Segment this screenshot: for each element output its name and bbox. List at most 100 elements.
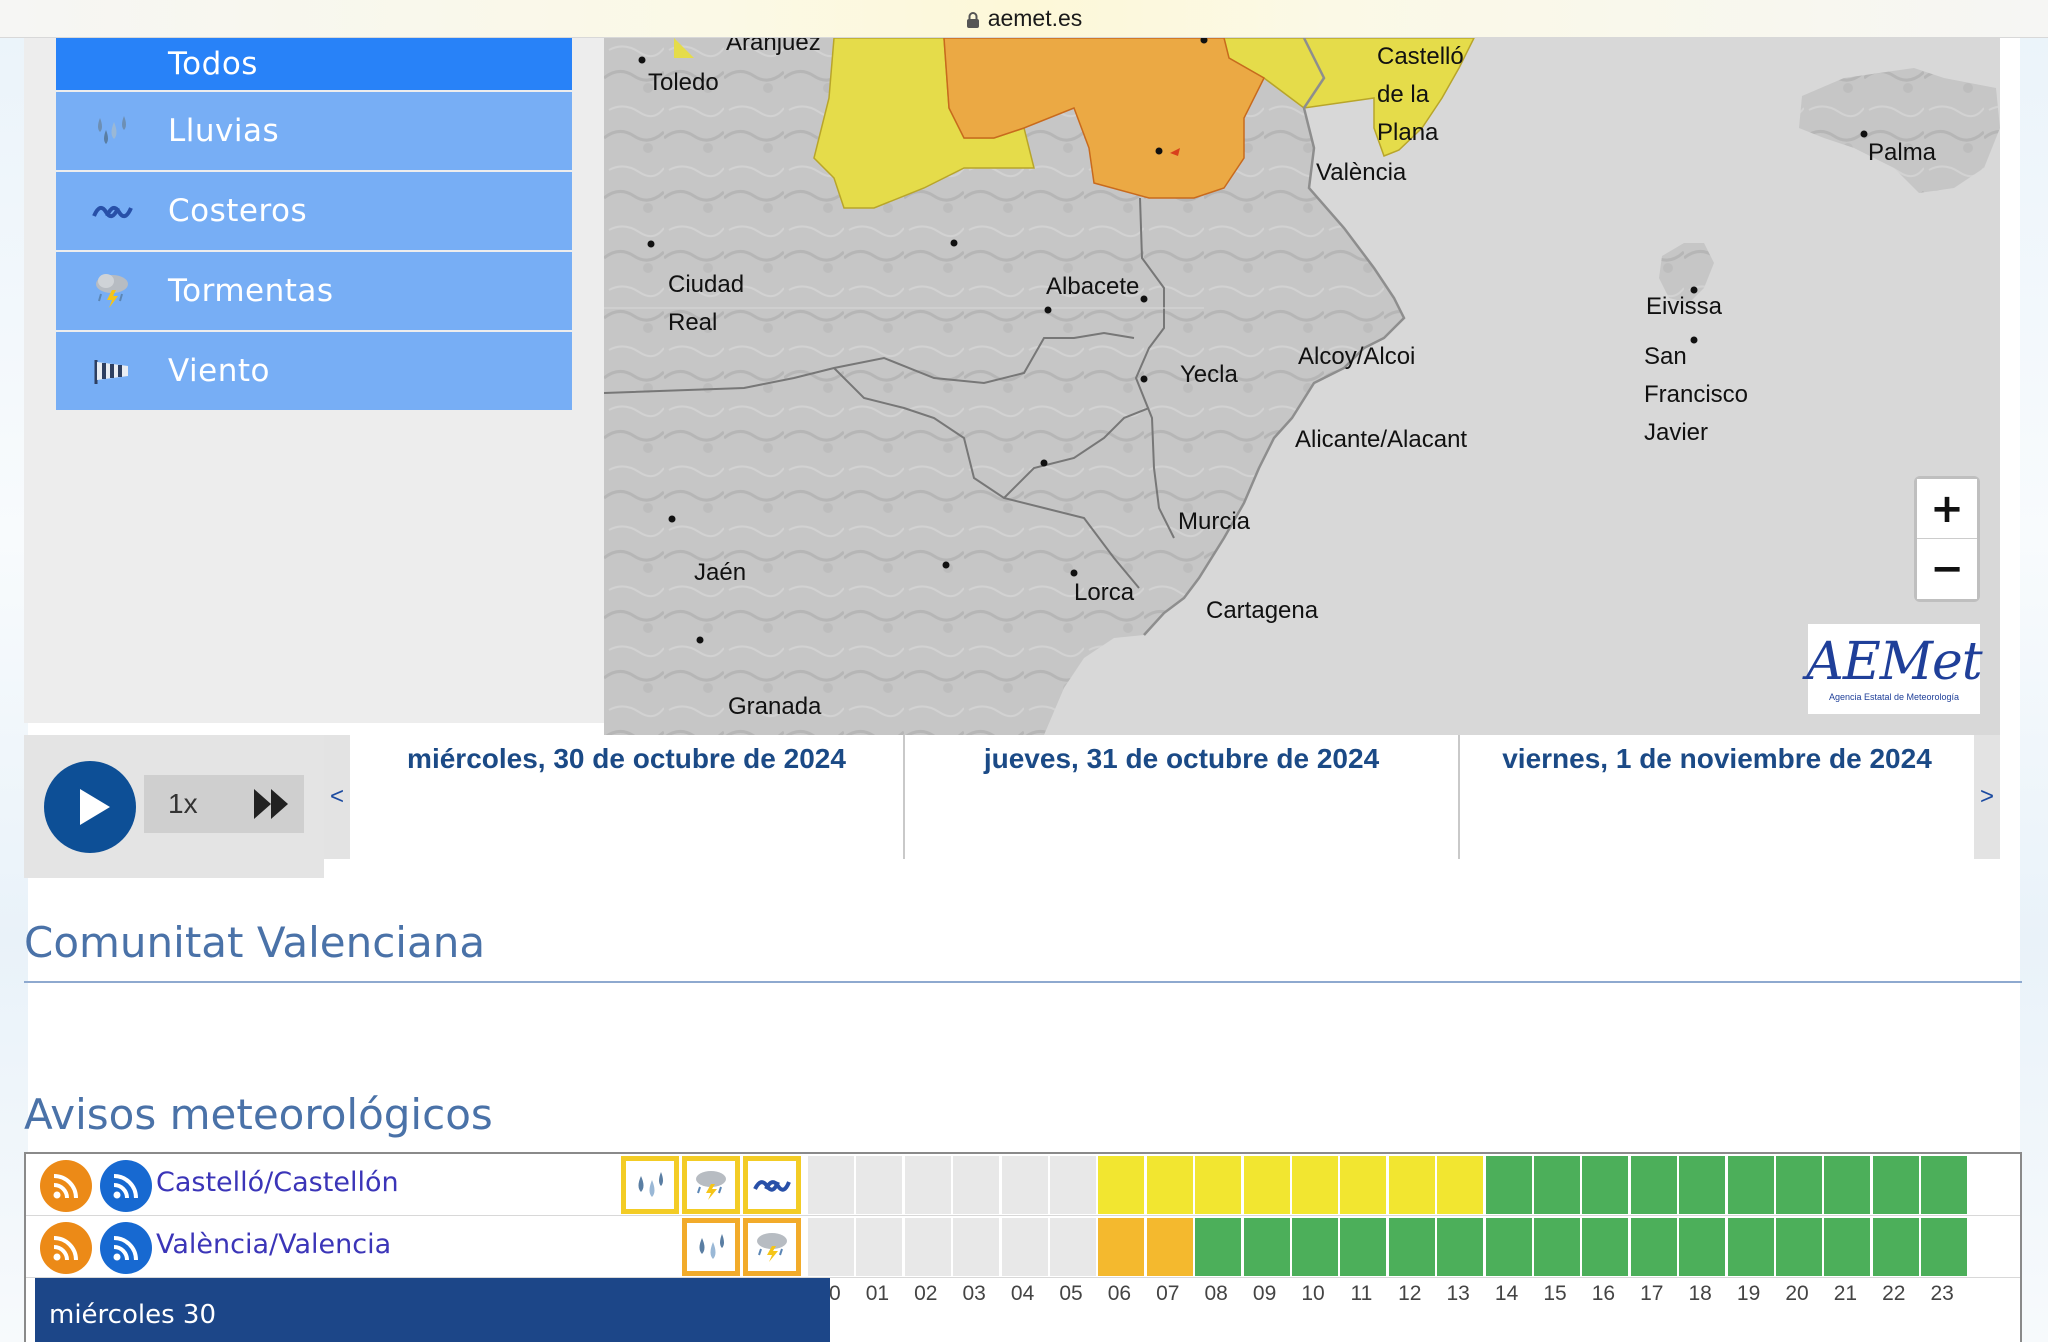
rss-feed-icon[interactable] [40, 1222, 92, 1274]
hour-label: 05 [1059, 1282, 1083, 1305]
city-label-san-francisco-3: Javier [1644, 419, 1709, 446]
storm-icon [56, 272, 168, 310]
hour-cell-02 [904, 1218, 951, 1276]
aemet-logo: AEMet Agencia Estatal de Meteorología [1806, 624, 1983, 714]
hour-label: 19 [1736, 1282, 1761, 1305]
menu-item-viento[interactable]: Viento [56, 332, 572, 410]
next-date-button[interactable]: > [1974, 735, 2000, 859]
hour-cell-01 [856, 1156, 903, 1214]
hour-cell-18 [1679, 1218, 1726, 1276]
browser-address-bar[interactable]: aemet.es [0, 0, 2048, 38]
menu-item-tormentas[interactable]: Tormentas [56, 252, 572, 330]
date-tab-1[interactable]: miércoles, 30 de octubre de 2024 [350, 735, 905, 859]
hour-cell-22 [1872, 1218, 1919, 1276]
wind-icon [56, 358, 168, 384]
hour-cell-17 [1630, 1218, 1677, 1276]
fast-forward-icon[interactable] [254, 789, 288, 819]
hour-label: 23 [1930, 1282, 1954, 1305]
rss-feed-icon[interactable] [40, 1160, 92, 1212]
cap-feed-icon[interactable] [100, 1160, 152, 1212]
menu-item-todos[interactable]: Todos [56, 38, 572, 90]
province-link[interactable]: València/Valencia [156, 1229, 391, 1260]
lock-icon [966, 11, 980, 28]
hour-cell-00 [808, 1156, 854, 1214]
menu-item-costeros[interactable]: Costeros [56, 172, 572, 250]
city-label-eivissa: Eivissa [1646, 293, 1723, 320]
city-label-valencia: València [1316, 159, 1407, 186]
hour-cell-08 [1195, 1156, 1242, 1214]
hour-cell-07 [1146, 1218, 1193, 1276]
hour-cell-21 [1824, 1156, 1871, 1214]
cap-feed-icon[interactable] [100, 1222, 152, 1274]
rain-icon [56, 114, 168, 148]
city-label-castello-3: Plana [1377, 119, 1439, 146]
zoom-out-button[interactable]: − [1917, 539, 1977, 599]
menu-item-label: Viento [168, 353, 270, 389]
city-label-ciudad-real-2: Real [668, 309, 718, 336]
menu-item-label: Lluvias [168, 113, 280, 149]
city-label-jaen: Jaén [694, 559, 747, 586]
date-selector: < miércoles, 30 de octubre de 2024 jueve… [324, 735, 2000, 859]
hour-cell-09 [1243, 1156, 1290, 1214]
hour-cell-05 [1050, 1156, 1096, 1214]
hour-label: 18 [1688, 1282, 1712, 1305]
play-button[interactable] [44, 761, 136, 853]
url-text: aemet.es [987, 5, 1083, 31]
hour-label: 10 [1301, 1282, 1325, 1305]
hour-label: 17 [1640, 1282, 1664, 1305]
city-label-alicante: Alicante/Alacant [1295, 426, 1468, 453]
prev-date-button[interactable]: < [324, 735, 350, 859]
hour-cell-10 [1292, 1156, 1338, 1214]
hour-label: 11 [1350, 1282, 1373, 1305]
hour-cell-01 [856, 1218, 903, 1276]
menu-item-lluvias[interactable]: Lluvias [56, 92, 572, 170]
hour-cell-20 [1776, 1218, 1822, 1276]
city-label-toledo: Toledo [648, 69, 719, 96]
menu-item-label: Costeros [168, 193, 308, 229]
city-label-san-francisco-1: San [1644, 343, 1687, 370]
hour-cell-22 [1872, 1156, 1919, 1214]
speed-control[interactable]: 1x [144, 775, 304, 833]
hour-cell-03 [953, 1218, 1000, 1276]
date-tab-2[interactable]: jueves, 31 de octubre de 2024 [905, 735, 1460, 859]
hour-cell-11 [1340, 1218, 1387, 1276]
hour-cell-23 [1921, 1156, 1968, 1214]
hour-cell-12 [1388, 1156, 1435, 1214]
hour-cell-16 [1582, 1218, 1629, 1276]
hour-cell-21 [1824, 1218, 1871, 1276]
city-label-yecla: Yecla [1180, 361, 1238, 388]
table-row: València/Valencia [26, 1216, 2020, 1278]
rain-warning-icon [682, 1218, 740, 1276]
hour-cell-08 [1195, 1218, 1242, 1276]
province-link[interactable]: Castelló/Castellón [156, 1167, 399, 1198]
hour-cell-17 [1630, 1156, 1677, 1214]
hour-label: 21 [1833, 1282, 1858, 1305]
hour-label: 12 [1398, 1282, 1422, 1305]
hour-cell-13 [1437, 1218, 1484, 1276]
city-label-lorca: Lorca [1074, 579, 1135, 606]
city-label-castello-2: de la [1377, 81, 1430, 108]
hour-label: 01 [865, 1282, 890, 1305]
logo-wordmark: AEMet [1806, 632, 1982, 692]
hour-cell-00 [808, 1218, 854, 1276]
menu-item-label: Tormentas [168, 273, 334, 309]
date-tab-3[interactable]: viernes, 1 de noviembre de 2024 [1460, 735, 1974, 859]
city-label-san-francisco-2: Francisco [1644, 381, 1749, 408]
warnings-map[interactable]: Aranjuez Toledo Castelló de la Plana Val… [604, 38, 2000, 735]
zoom-in-button[interactable]: + [1917, 479, 1977, 539]
animation-player: 1x [24, 735, 324, 878]
city-label-palma: Palma [1868, 139, 1937, 166]
hour-cell-13 [1437, 1156, 1484, 1214]
hour-cell-14 [1485, 1218, 1532, 1276]
hour-cell-02 [904, 1156, 951, 1214]
hour-label: 16 [1591, 1282, 1616, 1305]
rain-warning-icon [621, 1156, 679, 1214]
hour-cell-06 [1098, 1218, 1145, 1276]
hour-cell-15 [1534, 1218, 1580, 1276]
hour-label: 02 [914, 1282, 938, 1305]
avisos-title: Avisos meteorológicos [24, 1090, 493, 1139]
hour-cell-04 [1001, 1156, 1048, 1214]
hour-cell-19 [1727, 1218, 1774, 1276]
menu-item-label: Todos [168, 46, 258, 82]
hour-label: 07 [1156, 1282, 1180, 1305]
